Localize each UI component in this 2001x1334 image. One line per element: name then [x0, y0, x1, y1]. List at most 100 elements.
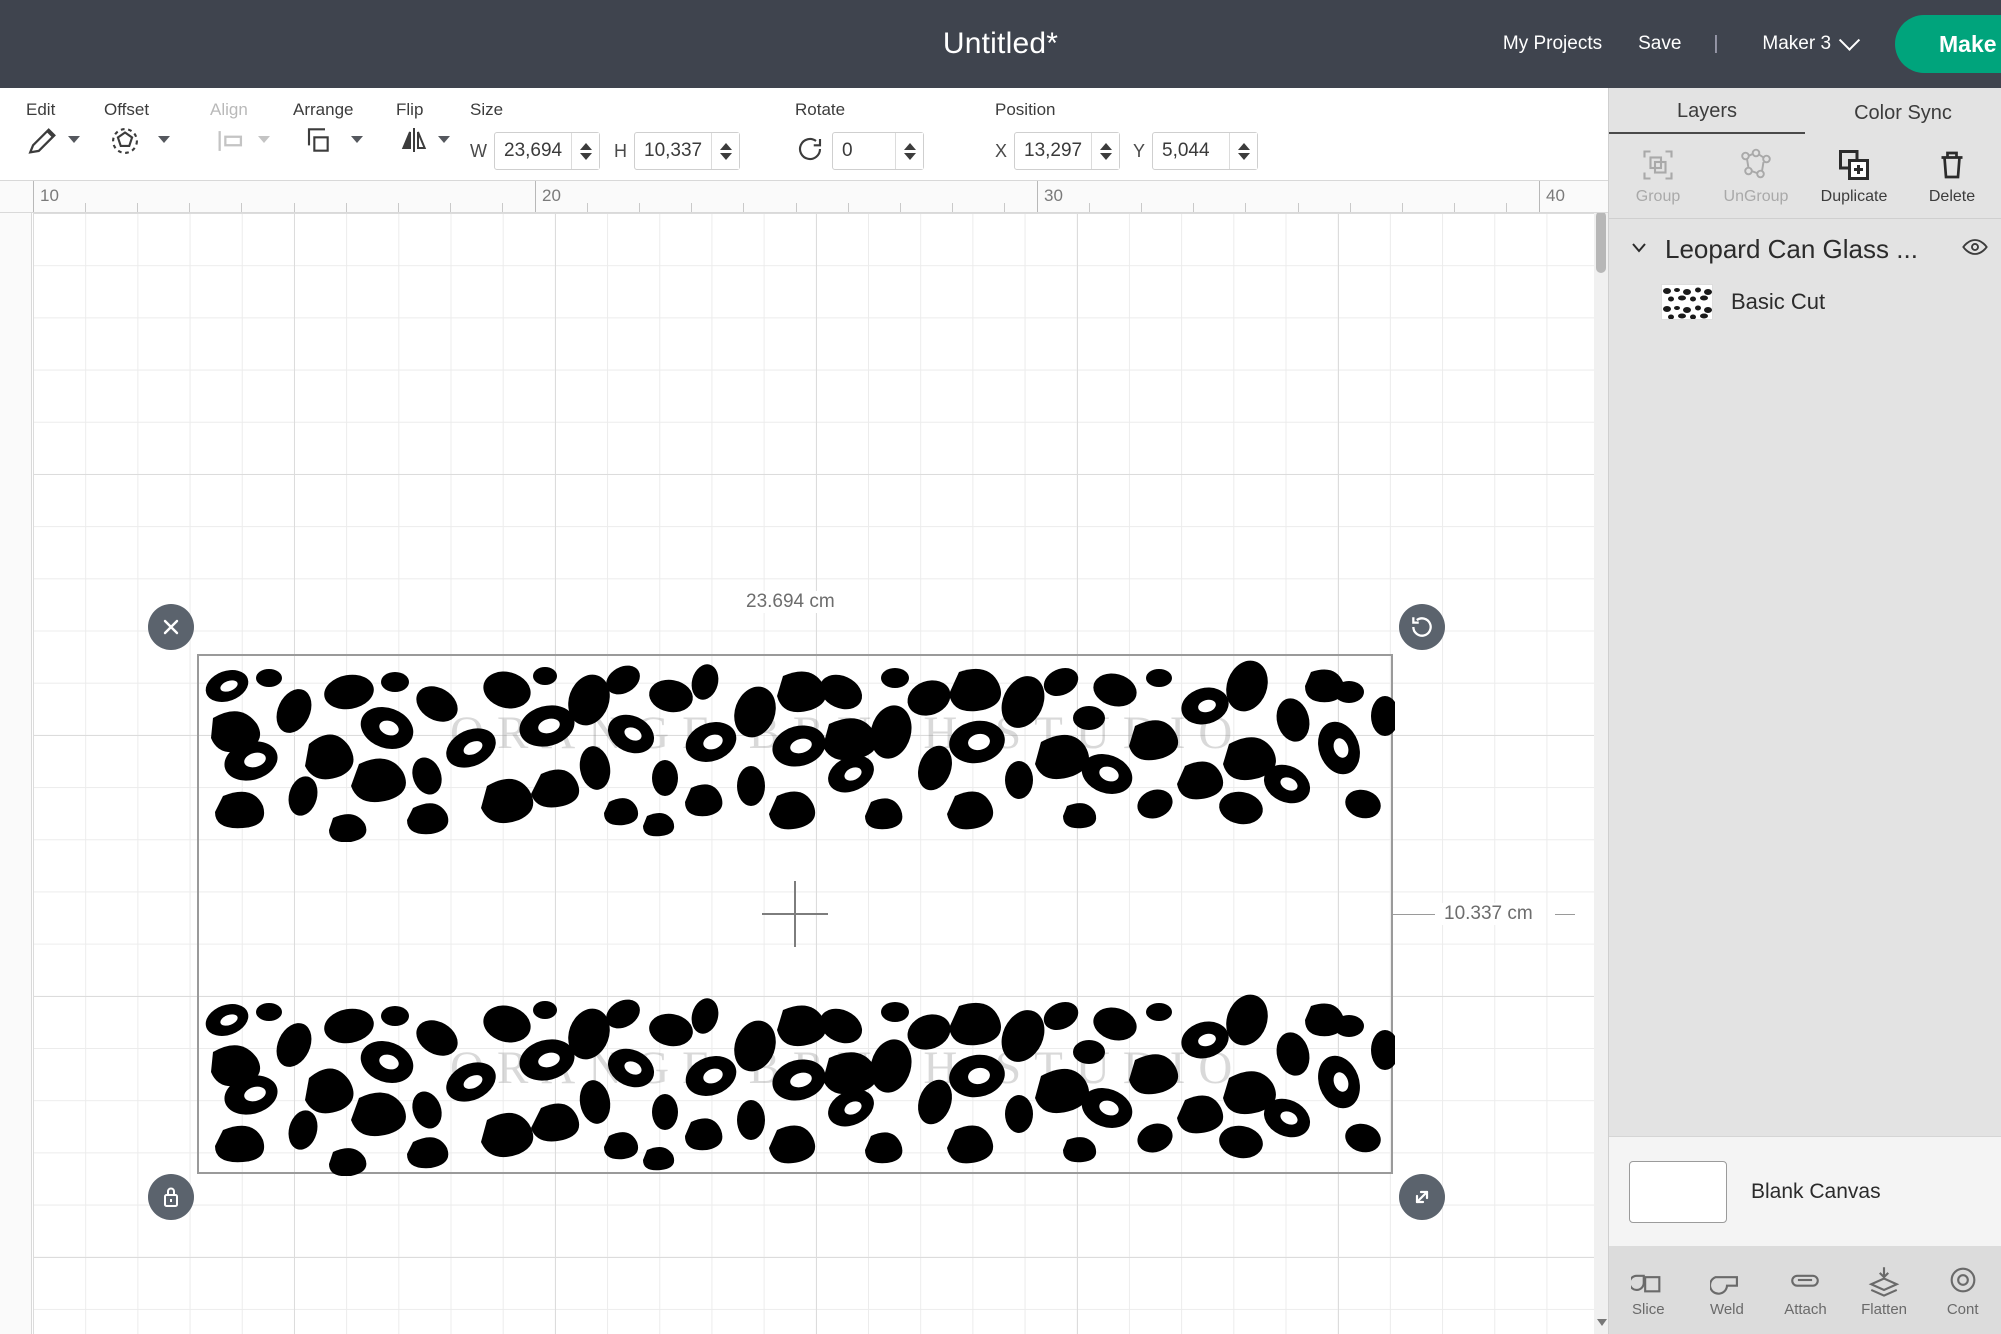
rotate-stepper[interactable] [895, 133, 923, 169]
delete-label: Delete [1928, 187, 1976, 205]
canvas-item-name: Blank Canvas [1751, 1179, 1881, 1203]
rotate-input[interactable]: 0 [832, 132, 924, 170]
attach-button[interactable]: Attach [1766, 1263, 1845, 1318]
layer-group-name[interactable]: Leopard Can Glass ... [1665, 234, 1947, 265]
x-label: X [995, 140, 1008, 161]
chevron-down-icon[interactable] [1627, 235, 1651, 264]
layers-panel: Layers Color Sync Group UnGroup Duplicat… [1608, 88, 2001, 1334]
tab-color-sync[interactable]: Color Sync [1805, 102, 2001, 134]
leopard-pattern-bottom[interactable] [199, 990, 1395, 1176]
resize-handle[interactable] [1399, 1174, 1445, 1220]
width-label: W [470, 140, 487, 161]
eye-icon[interactable] [1961, 233, 1989, 266]
height-value[interactable]: 10,337 [635, 133, 711, 169]
panel-tabs: Layers Color Sync [1609, 88, 2001, 134]
edit-toolbar: Edit Offset Align Arrange Flip Size W 23… [0, 88, 1608, 250]
tool-edit[interactable]: Edit [20, 88, 98, 181]
align-left-icon [214, 124, 248, 163]
height-dim-rule-left [1393, 914, 1435, 915]
chevron-down-icon [1838, 29, 1861, 51]
flip-caret-icon[interactable] [438, 136, 450, 143]
duplicate-button[interactable]: Duplicate [1805, 147, 1903, 206]
width-input[interactable]: 23,694 [494, 132, 600, 170]
rotate-field-group: 0 [795, 132, 924, 170]
ungroup-label: UnGroup [1723, 187, 1789, 205]
delete-handle[interactable] [148, 604, 194, 650]
offset-icon[interactable] [108, 124, 142, 163]
x-input[interactable]: 13,297 [1014, 132, 1121, 170]
leopard-pattern-thumb [1661, 284, 1713, 320]
tool-arrange[interactable]: Arrange [285, 88, 390, 181]
canvas-scrollbar[interactable] [1594, 181, 1608, 1334]
y-label: Y [1133, 140, 1146, 161]
scroll-down-icon[interactable] [1597, 1319, 1607, 1326]
vertical-ruler [0, 213, 32, 1334]
tool-align-label: Align [210, 100, 248, 119]
height-input[interactable]: 10,337 [634, 132, 740, 170]
ruler-label-30: 30 [1044, 186, 1063, 205]
ungroup-button: UnGroup [1707, 147, 1805, 206]
top-bar-right-actions: My Projects Save | Maker 3 Make It [1485, 0, 2001, 88]
tool-offset-label: Offset [104, 100, 150, 119]
canvas-color-swatch[interactable] [1629, 1160, 1727, 1223]
y-value[interactable]: 5,044 [1153, 133, 1229, 169]
offset-caret-icon[interactable] [158, 136, 170, 143]
arrange-caret-icon[interactable] [351, 136, 363, 143]
y-input[interactable]: 5,044 [1152, 132, 1259, 170]
layer-item-basic-cut[interactable]: Basic Cut [1609, 276, 2001, 336]
layer-group-row[interactable]: Leopard Can Glass ... [1609, 219, 2001, 276]
group-button: Group [1609, 147, 1707, 206]
rotate-handle[interactable] [1399, 604, 1445, 650]
height-dim-rule-right [1555, 914, 1575, 915]
arrange-icon[interactable] [301, 124, 333, 161]
y-stepper[interactable] [1229, 133, 1258, 169]
edit-caret-icon[interactable] [68, 136, 80, 143]
ruler-label-10: 10 [40, 186, 59, 205]
height-label: H [614, 140, 627, 161]
width-field-group: W 23,694 [470, 132, 600, 170]
slice-button[interactable]: Slice [1609, 1263, 1688, 1318]
flip-icon[interactable] [398, 124, 430, 161]
height-field-group: H 10,337 [614, 132, 740, 170]
my-projects-link[interactable]: My Projects [1485, 33, 1620, 55]
rotate-value[interactable]: 0 [833, 133, 895, 169]
lock-handle[interactable] [148, 1174, 194, 1220]
tool-offset[interactable]: Offset [98, 88, 193, 181]
canvas-item-row[interactable]: Blank Canvas [1609, 1136, 2001, 1246]
x-value[interactable]: 13,297 [1015, 133, 1091, 169]
x-field-group: X 13,297 [995, 132, 1121, 170]
pencil-icon[interactable] [26, 124, 60, 163]
y-field-group: Y 5,044 [1133, 132, 1259, 170]
save-button[interactable]: Save [1620, 33, 1699, 55]
panel-bottom-toolbar: Slice Weld Attach Flatten Cont [1609, 1246, 2001, 1334]
tab-layers[interactable]: Layers [1609, 100, 1805, 134]
tool-flip[interactable]: Flip [390, 88, 465, 181]
machine-label: Maker 3 [1762, 33, 1832, 54]
cricut-design-space-window: Untitled* My Projects Save | Maker 3 Mak… [0, 0, 2001, 1334]
machine-selector[interactable]: Maker 3 [1732, 29, 1873, 55]
selection-width-label: 23.694 cm [740, 591, 841, 613]
canvas-center-crosshair [762, 881, 828, 947]
make-it-button[interactable]: Make It [1895, 15, 2001, 73]
slice-label: Slice [1632, 1300, 1665, 1318]
ruler-label-40: 40 [1546, 186, 1565, 205]
topbar-divider: | [1713, 33, 1719, 54]
x-stepper[interactable] [1091, 133, 1120, 169]
width-value[interactable]: 23,694 [495, 133, 571, 169]
weld-button[interactable]: Weld [1688, 1263, 1767, 1318]
leopard-pattern-top[interactable] [199, 656, 1395, 842]
contour-button[interactable]: Cont [1923, 1263, 2001, 1318]
scrollbar-thumb[interactable] [1596, 211, 1606, 273]
tool-arrange-label: Arrange [293, 100, 354, 119]
rotate-icon[interactable] [795, 134, 825, 169]
layers-list: Leopard Can Glass ... Basic Cut [1609, 219, 2001, 336]
delete-button[interactable]: Delete [1903, 147, 2001, 206]
width-stepper[interactable] [571, 133, 599, 169]
ruler-label-20: 20 [542, 186, 561, 205]
flatten-label: Flatten [1861, 1300, 1907, 1318]
align-caret-icon [258, 136, 270, 143]
design-canvas[interactable]: 10 20 30 40 23.694 cm 10.337 cm ORANGE S… [0, 181, 1608, 1334]
flatten-button[interactable]: Flatten [1845, 1263, 1924, 1318]
height-stepper[interactable] [711, 133, 739, 169]
selection-height-label: 10.337 cm [1438, 903, 1539, 925]
